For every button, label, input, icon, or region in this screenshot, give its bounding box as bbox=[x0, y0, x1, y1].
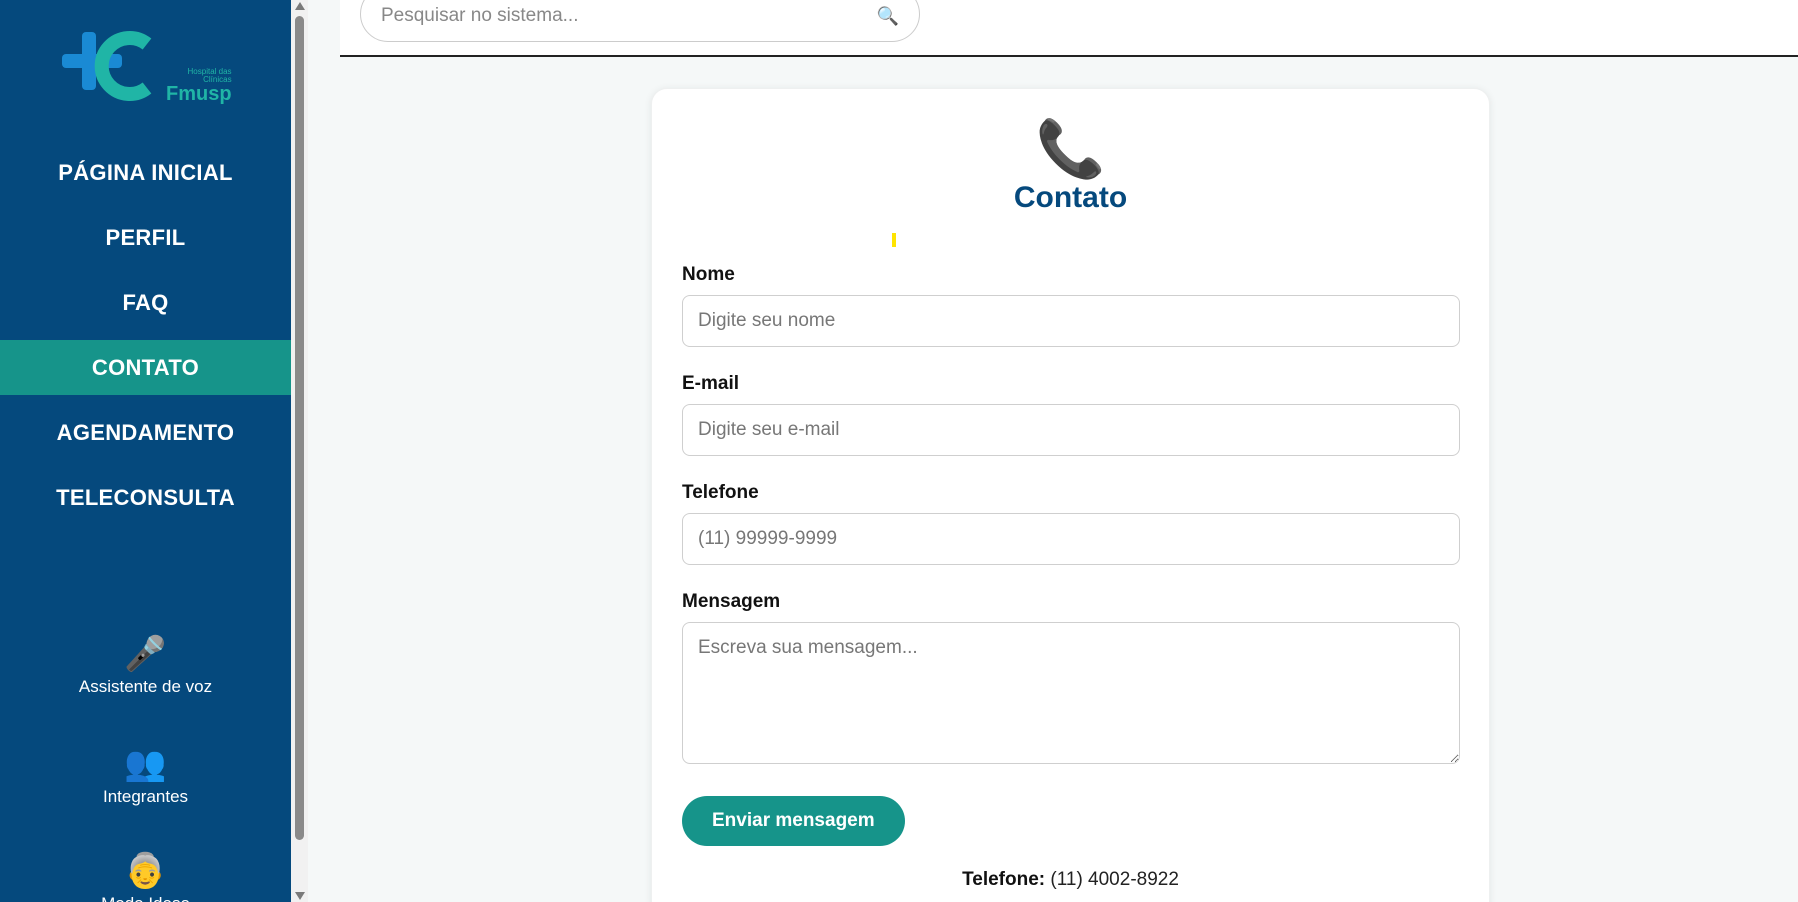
text-cursor-marker bbox=[892, 233, 896, 247]
page-title: Contato bbox=[1013, 181, 1128, 214]
email-input[interactable] bbox=[682, 404, 1460, 456]
main-nav: PÁGINA INICIAL PERFIL FAQ CONTATO AGENDA… bbox=[0, 145, 291, 535]
voice-assistant-button[interactable]: 🎤 Assistente de voz bbox=[0, 635, 291, 697]
members-button[interactable]: 👥 Integrantes bbox=[0, 745, 291, 807]
contact-card: 📞 Contato Nome E-mail Telefone Mensagem … bbox=[651, 88, 1490, 902]
search-icon[interactable]: 🔍 bbox=[877, 6, 899, 27]
phone-field-group: Telefone bbox=[682, 482, 1460, 565]
phone-input[interactable] bbox=[682, 513, 1460, 565]
contact-phone-label: Telefone: bbox=[962, 869, 1046, 890]
elderly-mode-button[interactable]: 👵 Modo Idoso bbox=[0, 852, 291, 902]
elderly-person-icon: 👵 bbox=[124, 852, 167, 890]
people-icon: 👥 bbox=[124, 745, 167, 783]
scroll-thumb[interactable] bbox=[295, 16, 304, 840]
voice-assistant-label: Assistente de voz bbox=[78, 677, 213, 696]
logo-mark-icon bbox=[62, 31, 152, 101]
logo-subtitle: Hospital das Clínicas bbox=[187, 67, 232, 84]
top-bar: 🔍 bbox=[340, 0, 1798, 57]
nav-item-contato[interactable]: CONTATO bbox=[0, 340, 291, 395]
nav-item-pagina-inicial[interactable]: PÁGINA INICIAL bbox=[0, 145, 291, 200]
nav-item-agendamento[interactable]: AGENDAMENTO bbox=[0, 405, 291, 460]
contact-form: Nome E-mail Telefone Mensagem Enviar men… bbox=[682, 264, 1460, 846]
scroll-down-arrow-icon[interactable] bbox=[295, 892, 305, 900]
search-input[interactable] bbox=[381, 5, 877, 27]
logo-text: Hospital das Clínicas Fmusp bbox=[166, 67, 232, 105]
phone-icon: 📞 bbox=[1035, 117, 1106, 180]
name-label: Nome bbox=[682, 264, 735, 285]
phone-label: Telefone bbox=[682, 482, 759, 503]
members-label: Integrantes bbox=[102, 787, 189, 806]
email-field-group: E-mail bbox=[682, 373, 1460, 456]
sidebar-scrollbar[interactable] bbox=[291, 0, 308, 902]
message-label: Mensagem bbox=[682, 591, 781, 612]
logo-title: Fmusp bbox=[166, 83, 232, 105]
search-box: 🔍 bbox=[360, 0, 920, 42]
nav-item-faq[interactable]: FAQ bbox=[0, 275, 291, 330]
contact-phone-value: (11) 4002-8922 bbox=[1050, 869, 1179, 890]
hc-fmusp-logo[interactable]: Hospital das Clínicas Fmusp bbox=[62, 30, 232, 110]
elderly-mode-label: Modo Idoso bbox=[101, 894, 190, 902]
name-field-group: Nome bbox=[682, 264, 1460, 347]
message-textarea[interactable] bbox=[682, 622, 1460, 764]
send-message-button[interactable]: Enviar mensagem bbox=[682, 796, 905, 846]
name-input[interactable] bbox=[682, 295, 1460, 347]
email-label: E-mail bbox=[682, 373, 740, 394]
message-field-group: Mensagem bbox=[682, 591, 1460, 769]
nav-item-teleconsulta[interactable]: TELECONSULTA bbox=[0, 470, 291, 525]
contact-phone-line: Telefone: (11) 4002-8922 bbox=[652, 869, 1489, 891]
microphone-icon: 🎤 bbox=[124, 635, 167, 673]
nav-item-perfil[interactable]: PERFIL bbox=[0, 210, 291, 265]
card-header: 📞 Contato bbox=[652, 117, 1489, 215]
sidebar: Hospital das Clínicas Fmusp PÁGINA INICI… bbox=[0, 0, 291, 902]
scroll-up-arrow-icon[interactable] bbox=[295, 2, 305, 10]
